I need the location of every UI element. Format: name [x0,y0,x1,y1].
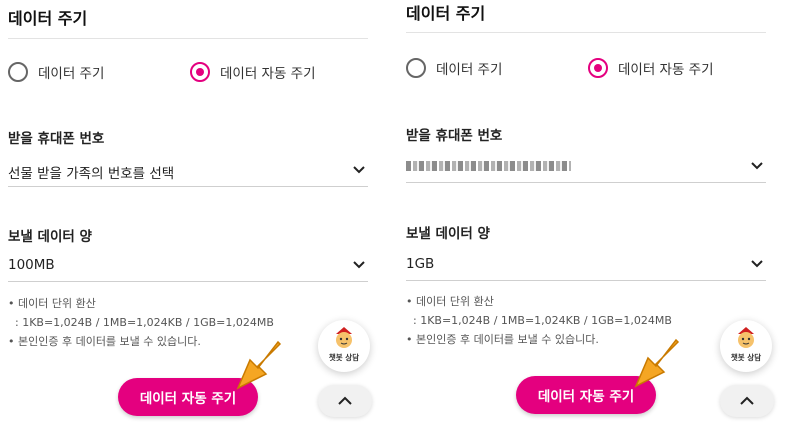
amount-select[interactable]: 1GB [406,250,766,281]
radio-label: 데이터 자동 주기 [220,66,316,82]
data-gift-panel-left: 데이터 주기 데이터 주기 데이터 자동 주기 받을 휴대폰 번호 선물 받을 … [0,0,380,435]
masked-phone-number [406,161,571,171]
amount-label: 보낼 데이터 양 [406,226,490,242]
radio-label: 데이터 자동 주기 [618,62,714,78]
radio-label: 데이터 주기 [38,66,105,82]
radio-selected-icon [190,62,210,82]
radio-unselected-icon [8,62,28,82]
chatbot-mascot-icon [738,327,754,348]
recipient-select[interactable] [406,152,766,183]
gift-type-radio-group: 데이터 주기 데이터 자동 주기 [8,62,368,88]
amount-select-value: 1GB [406,256,435,272]
recipient-label: 받을 휴대폰 번호 [406,128,503,144]
radio-data-gift[interactable]: 데이터 주기 [406,58,502,78]
chatbot-label: 챗봇 상담 [328,353,360,362]
chevron-down-icon [751,162,763,170]
note-line: • 데이터 단위 환산 [8,297,96,310]
pointer-arrow-icon [236,340,282,390]
chatbot-label: 챗봇 상담 [730,353,762,362]
radio-label: 데이터 주기 [436,62,503,78]
radio-auto-data-gift[interactable]: 데이터 자동 주기 [190,62,316,82]
amount-label: 보낼 데이터 양 [8,229,92,245]
radio-unselected-icon [406,58,426,78]
chevron-up-icon [338,396,352,405]
divider [406,32,766,33]
scroll-top-button[interactable] [318,385,372,417]
chevron-down-icon [751,260,763,268]
chevron-down-icon [353,261,365,269]
note-line: : 1KB=1,024B / 1MB=1,024KB / 1GB=1,024MB [406,314,672,327]
data-gift-panel-right: 데이터 주기 데이터 주기 데이터 자동 주기 받을 휴대폰 번호 보낼 데이터… [398,0,778,435]
chevron-up-icon [740,396,754,405]
note-line: : 1KB=1,024B / 1MB=1,024KB / 1GB=1,024MB [8,316,274,329]
chatbot-mascot-icon [336,327,352,348]
chevron-down-icon [353,166,365,174]
recipient-label: 받을 휴대폰 번호 [8,131,105,147]
recipient-select[interactable]: 선물 받을 가족의 번호를 선택 [8,156,368,187]
pointer-arrow-icon [634,338,680,388]
note-line: • 데이터 단위 환산 [406,295,494,308]
scroll-top-button[interactable] [720,385,774,417]
amount-select[interactable]: 100MB [8,251,368,282]
radio-auto-data-gift[interactable]: 데이터 자동 주기 [588,58,714,78]
gift-type-radio-group: 데이터 주기 데이터 자동 주기 [406,58,766,84]
amount-select-value: 100MB [8,257,55,273]
chatbot-button[interactable]: 챗봇 상담 [318,320,370,372]
radio-selected-icon [588,58,608,78]
page-title: 데이터 주기 [406,4,486,23]
radio-data-gift[interactable]: 데이터 주기 [8,62,104,82]
chatbot-button[interactable]: 챗봇 상담 [720,320,772,372]
divider [8,38,368,39]
recipient-select-value: 선물 받을 가족의 번호를 선택 [8,166,175,182]
page-title: 데이터 주기 [8,9,88,28]
